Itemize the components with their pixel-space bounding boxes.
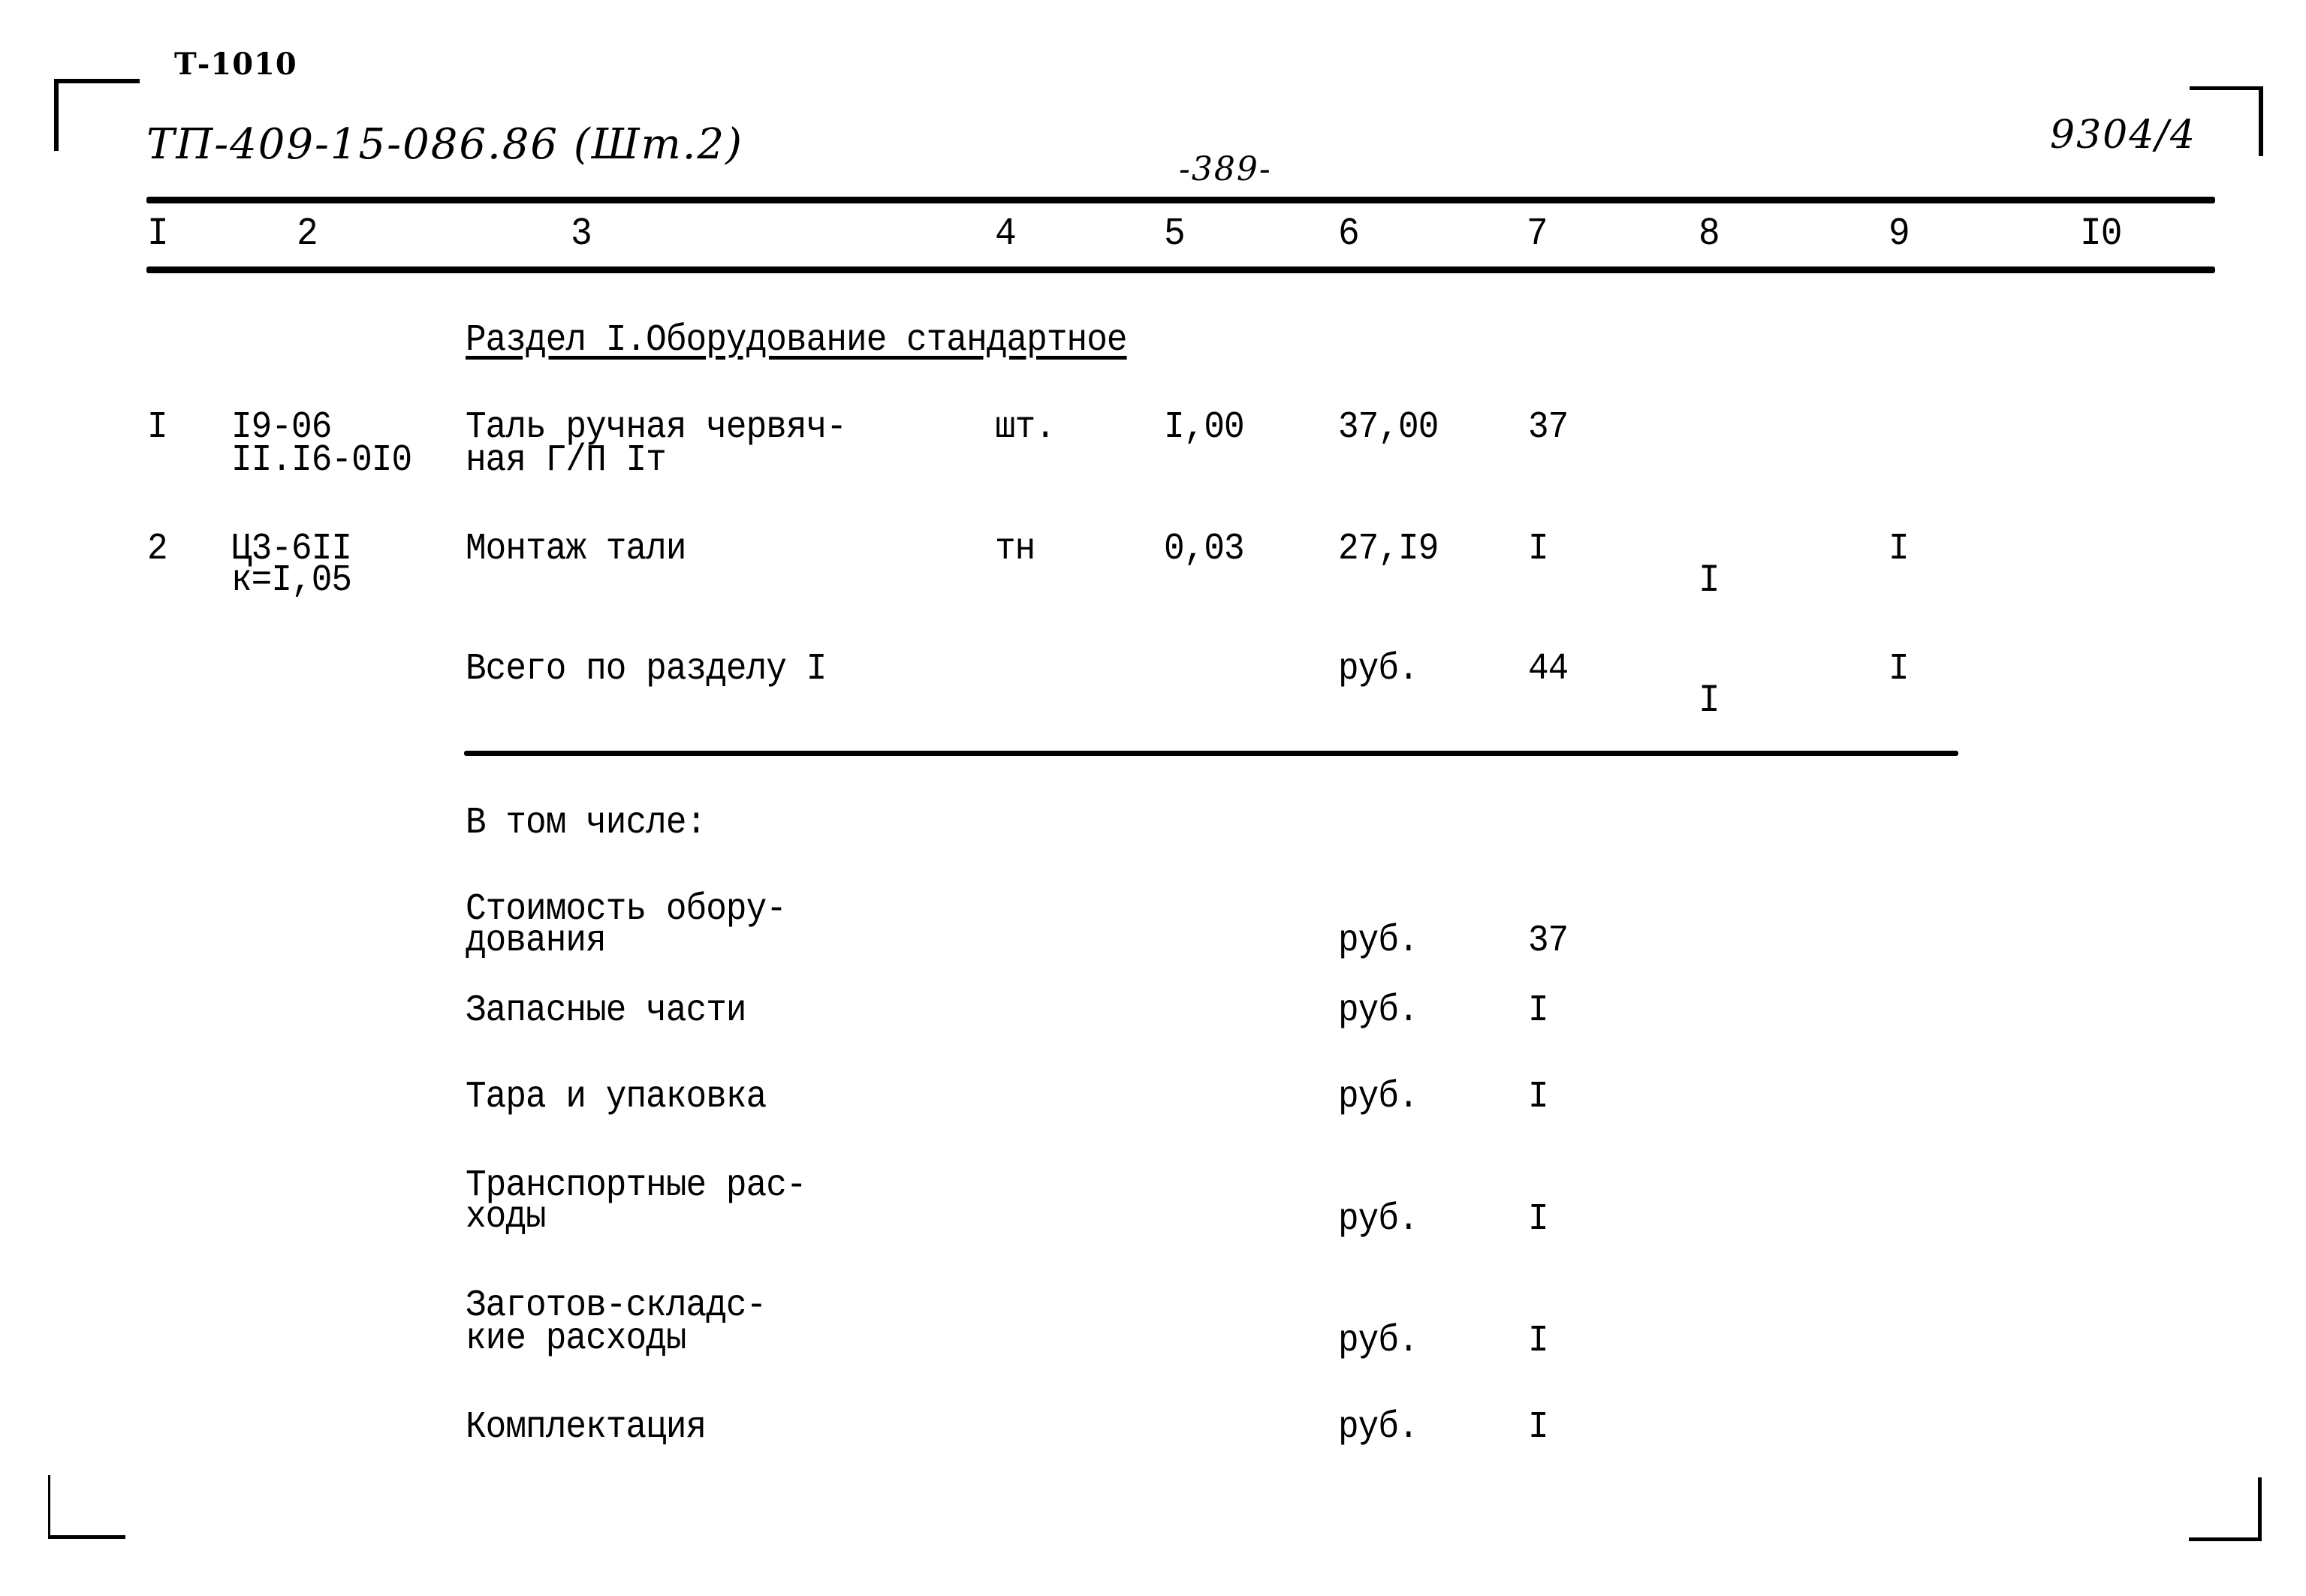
archive-stamp: Т-1010 bbox=[174, 47, 297, 82]
corner-mark-bottom-left bbox=[48, 1475, 125, 1539]
breakdown-item-label: Запасные части bbox=[466, 989, 747, 1032]
row-unit-price: 37,00 bbox=[1338, 406, 1439, 449]
corner-mark-bottom-right bbox=[2189, 1477, 2262, 1541]
row-col8-value: I bbox=[1699, 559, 1720, 603]
breakdown-item-value: I bbox=[1528, 1406, 1549, 1449]
row-unit: тн bbox=[995, 528, 1035, 571]
row-name-line2: ная Г/П Iт bbox=[466, 439, 667, 482]
row-name: Монтаж тали bbox=[466, 528, 686, 571]
breakdown-item-value: 37 bbox=[1528, 920, 1569, 962]
breakdown-item-label-line2: ходы bbox=[466, 1196, 547, 1239]
row-quantity: I,00 bbox=[1164, 406, 1245, 449]
section-total-rule bbox=[464, 751, 1958, 756]
section-total-value: 44 bbox=[1528, 648, 1569, 691]
row-total: 37 bbox=[1528, 406, 1569, 449]
row-number: 2 bbox=[147, 528, 168, 571]
corner-mark-top-right bbox=[2190, 86, 2263, 156]
row-code-line2: II.I6-0I0 bbox=[231, 439, 412, 482]
column-header-8: 8 bbox=[1699, 212, 1720, 256]
section-title: Раздел I.Оборудование стандартное bbox=[466, 319, 1128, 362]
breakdown-heading: В том числе: bbox=[466, 802, 707, 845]
breakdown-item-value: I bbox=[1528, 1198, 1549, 1241]
section-total-label: Всего по разделу I bbox=[466, 648, 827, 691]
breakdown-item-unit: руб. bbox=[1338, 1076, 1419, 1119]
breakdown-item-label: Комплектация bbox=[466, 1406, 707, 1449]
document-code: ТП-409-15-086.86 (Шт.2) bbox=[146, 120, 743, 169]
breakdown-item-value: I bbox=[1528, 989, 1549, 1032]
row-total: I bbox=[1528, 528, 1549, 571]
breakdown-item-label: Тара и упаковка bbox=[466, 1076, 767, 1119]
column-header-1: I bbox=[147, 212, 169, 256]
breakdown-item-unit: руб. bbox=[1338, 1198, 1419, 1241]
column-header-6: 6 bbox=[1338, 212, 1360, 256]
column-header-10: I0 bbox=[2080, 212, 2123, 256]
column-header-9: 9 bbox=[1889, 212, 1910, 256]
breakdown-item-unit: руб. bbox=[1338, 1320, 1419, 1363]
column-header-7: 7 bbox=[1527, 212, 1548, 256]
breakdown-item-label-line2: кие расходы bbox=[466, 1317, 686, 1360]
sheet-number: 9304/4 bbox=[2050, 113, 2196, 158]
breakdown-item-unit: руб. bbox=[1338, 1406, 1419, 1449]
breakdown-item-value: I bbox=[1528, 1076, 1549, 1119]
section-total-unit: руб. bbox=[1338, 648, 1419, 691]
header-rule-top bbox=[146, 197, 2215, 203]
breakdown-item-label-line2: дования bbox=[466, 920, 607, 962]
column-header-4: 4 bbox=[995, 212, 1017, 256]
section-total-col8: I bbox=[1699, 679, 1720, 723]
row-code-line2: к=I,05 bbox=[231, 559, 352, 602]
page-number: -389- bbox=[1179, 150, 1272, 188]
corner-mark-top-left bbox=[54, 79, 140, 151]
section-total-col9: I bbox=[1889, 648, 1910, 691]
row-col9-value: I bbox=[1889, 528, 1910, 571]
breakdown-item-value: I bbox=[1528, 1320, 1549, 1363]
column-header-2: 2 bbox=[297, 212, 318, 256]
column-header-5: 5 bbox=[1164, 212, 1186, 256]
header-rule-bottom bbox=[146, 267, 2215, 273]
row-number: I bbox=[147, 406, 168, 449]
breakdown-item-unit: руб. bbox=[1338, 989, 1419, 1032]
row-unit-price: 27,I9 bbox=[1338, 528, 1439, 571]
row-unit: шт. bbox=[995, 406, 1056, 449]
column-header-3: 3 bbox=[571, 212, 592, 256]
row-quantity: 0,03 bbox=[1164, 528, 1245, 571]
breakdown-item-unit: руб. bbox=[1338, 920, 1419, 962]
